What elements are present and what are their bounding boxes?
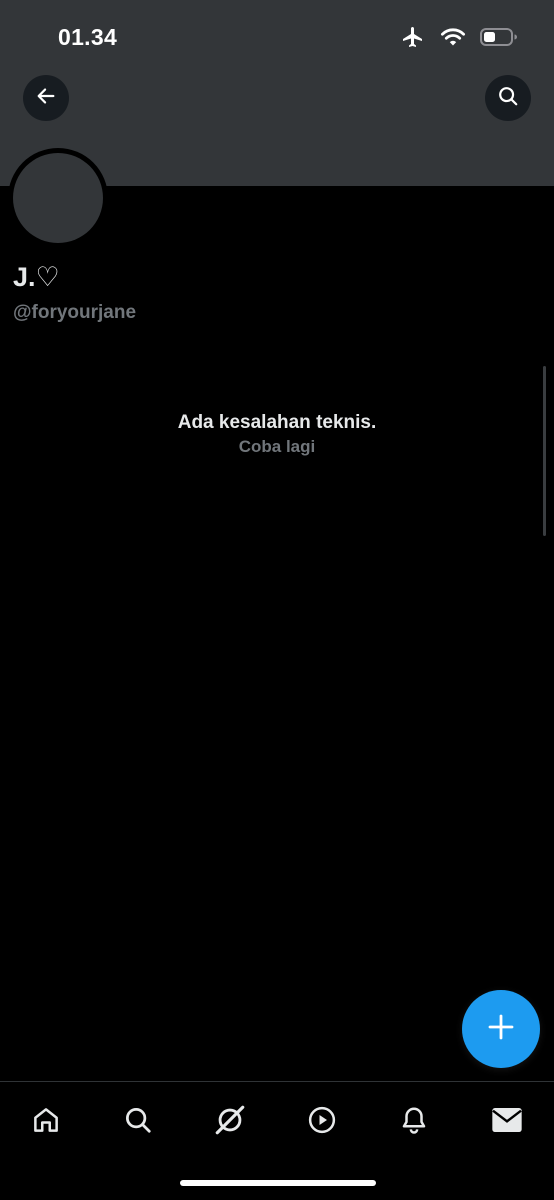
profile-screen: 01.34 J.♡ @foryourjane Ada kesalahan tek… [0,0,554,1200]
status-icons [400,24,518,50]
search-icon [497,85,519,112]
retry-link[interactable]: Coba lagi [0,436,554,458]
avatar[interactable] [8,148,108,248]
error-title: Ada kesalahan teknis. [177,412,377,433]
video-icon [307,1105,337,1140]
search-icon [123,1105,153,1140]
notifications-icon [399,1105,429,1140]
home-icon [31,1105,61,1140]
back-button[interactable] [23,75,69,121]
nav-messages[interactable] [485,1100,529,1144]
status-time: 01.34 [58,24,118,50]
nav-notifications[interactable] [392,1100,436,1144]
battery-icon [480,27,518,47]
avatar-placeholder [13,153,103,243]
nav-home[interactable] [24,1100,68,1144]
user-handle: @foryourjane [13,302,137,323]
nav-grok[interactable] [208,1100,252,1144]
search-button[interactable] [485,75,531,121]
arrow-left-icon [35,85,57,112]
nav-search[interactable] [116,1100,160,1144]
error-message: Ada kesalahan teknis. Coba lagi [0,410,554,458]
grok-icon [213,1103,247,1142]
display-name: J.♡ [13,262,60,292]
airplane-icon [400,25,426,49]
nav-video[interactable] [300,1100,344,1144]
home-indicator [180,1180,376,1186]
status-bar: 01.34 [0,0,554,70]
messages-icon [491,1106,523,1139]
compose-button[interactable] [462,990,540,1068]
plus-icon [487,1013,515,1046]
wifi-icon [440,26,466,48]
